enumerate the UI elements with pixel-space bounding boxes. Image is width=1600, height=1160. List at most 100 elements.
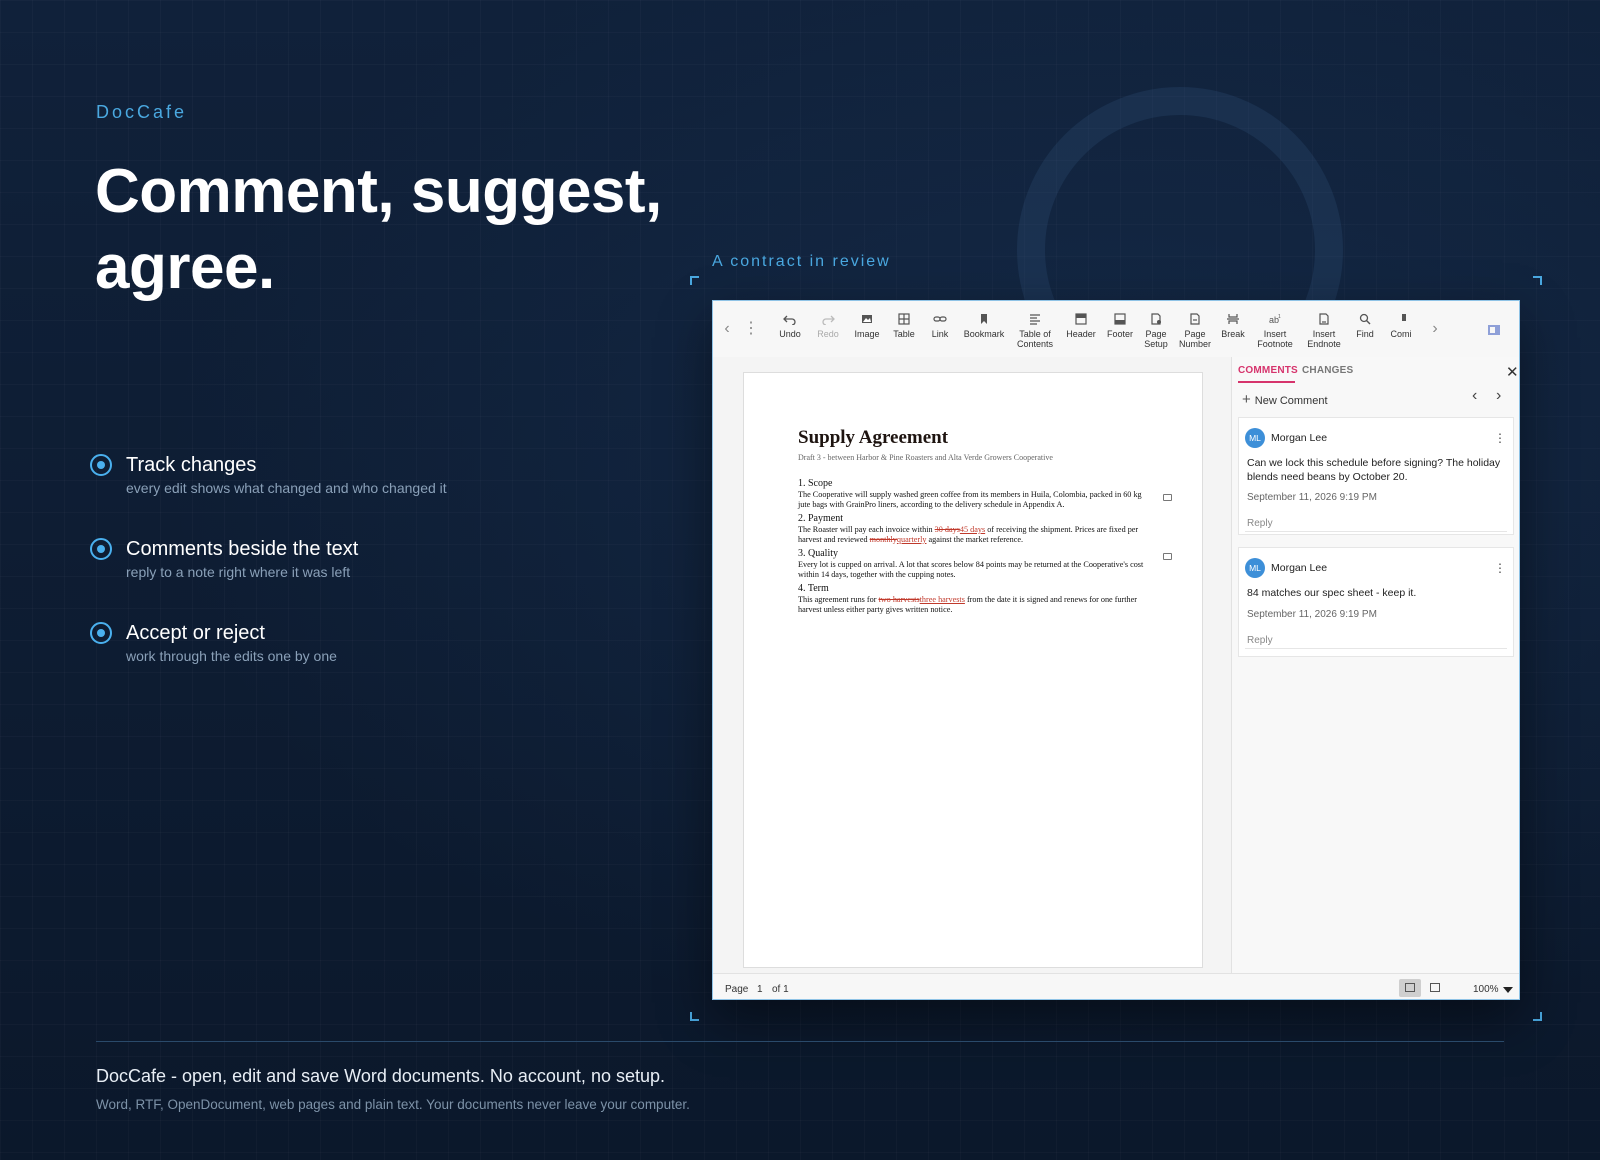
page-number-input[interactable]: 1 xyxy=(757,984,763,995)
comment-marker-icon[interactable] xyxy=(1163,553,1172,560)
comment-author: Morgan Lee xyxy=(1271,432,1328,444)
status-bar: Page 1 of 1 100% xyxy=(713,973,1519,999)
close-icon[interactable]: ✕ xyxy=(1506,363,1519,381)
new-comment-button[interactable]: + New Comment xyxy=(1242,391,1328,408)
footer-button[interactable]: Footer xyxy=(1105,313,1135,339)
button-label: Redo xyxy=(817,329,839,339)
document-canvas: Supply Agreement Draft 3 - between Harbo… xyxy=(713,357,1231,973)
avatar: ML xyxy=(1245,558,1265,578)
button-label: Header xyxy=(1066,329,1096,339)
tracked-deletion[interactable]: two harvests xyxy=(878,595,919,604)
frame-corner xyxy=(690,1012,699,1021)
section-text: The Cooperative will supply washed green… xyxy=(798,490,1142,509)
tab-comments[interactable]: COMMENTS xyxy=(1238,365,1298,376)
comment-card[interactable]: ML Morgan Lee ⋮ Can we lock this schedul… xyxy=(1238,417,1514,535)
page-setup-button[interactable]: Page Setup xyxy=(1141,313,1171,349)
brand-label: DocCafe xyxy=(96,102,188,122)
image-icon xyxy=(862,315,872,323)
document-body: 1. Scope The Cooperative will supply was… xyxy=(798,475,1154,615)
button-label: Footer xyxy=(1106,329,1133,339)
page-count: of 1 xyxy=(772,984,789,995)
document-subtitle: Draft 3 - between Harbor & Pine Roasters… xyxy=(798,453,1053,462)
text-run: This agreement runs for xyxy=(798,595,879,604)
button-label: Page Number xyxy=(1178,329,1211,349)
print-layout-button[interactable] xyxy=(1399,979,1421,997)
radio-bullet-icon xyxy=(90,454,112,476)
section-heading: 4. Term xyxy=(798,583,829,594)
previous-comment-icon[interactable]: ‹ xyxy=(1472,387,1477,405)
page-label: Page xyxy=(725,984,749,995)
toolbar: ‹ ⋮ Undo Redo Image Table Link Bookmark xyxy=(713,301,1519,357)
tab-changes[interactable]: CHANGES xyxy=(1302,365,1353,376)
web-layout-button[interactable] xyxy=(1424,979,1446,997)
feature-subtitle: every edit shows what changed and who ch… xyxy=(126,480,447,496)
break-icon xyxy=(1227,314,1239,324)
tracked-insertion[interactable]: 45 days xyxy=(960,525,985,534)
button-label: Insert Endnote xyxy=(1307,329,1341,349)
zoom-level[interactable]: 100% xyxy=(1473,984,1499,995)
document-page[interactable]: Supply Agreement Draft 3 - between Harbo… xyxy=(743,372,1203,968)
footnote-icon: ab1 xyxy=(1269,314,1281,325)
more-options-icon[interactable]: ⋮ xyxy=(743,319,759,339)
comment-menu-icon[interactable]: ⋮ xyxy=(1494,431,1506,445)
text-run: The Roaster will pay each invoice within xyxy=(798,525,935,534)
undo-button[interactable]: Undo xyxy=(775,313,805,339)
insert-footnote-button[interactable]: ab 1 Insert Footnote xyxy=(1253,313,1297,349)
feature-subtitle: work through the edits one by one xyxy=(126,648,337,664)
side-panel-toggle-icon[interactable] xyxy=(1488,325,1500,335)
comments-panel: COMMENTS CHANGES ✕ + New Comment ‹ › ML M… xyxy=(1231,357,1519,973)
button-label: Table xyxy=(893,329,915,339)
bookmark-button[interactable]: Bookmark xyxy=(963,313,1005,339)
bookmark-icon xyxy=(981,314,987,324)
tracked-insertion[interactable]: quarterly xyxy=(897,535,927,544)
footer-title: DocCafe - open, edit and save Word docum… xyxy=(96,1066,665,1086)
table-icon xyxy=(898,313,910,325)
table-of-contents-button[interactable]: Table of Contents xyxy=(1015,313,1055,349)
header-button[interactable]: Header xyxy=(1065,313,1097,339)
toolbar-scroll-right-icon[interactable]: › xyxy=(1427,319,1443,339)
feature-subtitle: reply to a note right where it was left xyxy=(126,564,351,580)
redo-button[interactable]: Redo xyxy=(813,313,843,339)
feature-item: Track changes every edit shows what chan… xyxy=(90,452,447,536)
break-button[interactable]: Break xyxy=(1219,313,1247,339)
section-heading: 2. Payment xyxy=(798,513,843,524)
insert-endnote-button[interactable]: Insert Endnote xyxy=(1305,313,1343,349)
button-label: Table of Contents xyxy=(1016,329,1054,349)
redo-icon xyxy=(822,315,835,325)
link-button[interactable]: Link xyxy=(927,313,953,339)
find-button[interactable]: Find xyxy=(1353,313,1377,339)
feature-item: Comments beside the text reply to a note… xyxy=(90,536,447,620)
comment-icon xyxy=(1402,314,1406,321)
chevron-down-icon[interactable] xyxy=(1503,987,1513,993)
comment-menu-icon[interactable]: ⋮ xyxy=(1494,561,1506,575)
comment-date: September 11, 2026 9:19 PM xyxy=(1247,609,1377,620)
next-comment-icon[interactable]: › xyxy=(1496,387,1501,405)
new-comment-label: New Comment xyxy=(1254,395,1328,407)
page-number-button[interactable]: Page Number xyxy=(1177,313,1213,349)
headline: Comment, suggest, agree. xyxy=(95,157,662,302)
button-label: Bookmark xyxy=(963,329,1005,339)
section-text: The Roaster will pay each invoice within… xyxy=(798,525,1154,545)
page-setup-icon xyxy=(1151,313,1161,325)
tracked-deletion[interactable]: monthly xyxy=(870,535,897,544)
tracked-deletion[interactable]: 30 days xyxy=(935,525,960,534)
reply-button[interactable]: Reply xyxy=(1247,635,1273,646)
comment-button[interactable]: Comi xyxy=(1387,313,1415,339)
reply-button[interactable]: Reply xyxy=(1247,518,1273,529)
table-button[interactable]: Table xyxy=(889,313,919,339)
tracked-insertion[interactable]: three harvests xyxy=(920,595,965,604)
comment-card[interactable]: ML Morgan Lee ⋮ 84 matches our spec shee… xyxy=(1238,547,1514,657)
toolbar-scroll-left-icon[interactable]: ‹ xyxy=(719,319,735,339)
link-icon xyxy=(933,316,947,322)
footer-divider xyxy=(96,1041,1504,1042)
feature-title: Track changes xyxy=(126,454,257,476)
feature-title: Accept or reject xyxy=(126,622,265,644)
document-title: Supply Agreement xyxy=(798,427,949,448)
image-button[interactable]: Image xyxy=(851,313,883,339)
editor-window: ‹ ⋮ Undo Redo Image Table Link Bookmark xyxy=(712,300,1520,1000)
radio-bullet-icon xyxy=(90,622,112,644)
avatar: ML xyxy=(1245,428,1265,448)
active-tab-indicator xyxy=(1238,381,1295,383)
comment-marker-icon[interactable] xyxy=(1163,494,1172,501)
search-icon xyxy=(1359,313,1371,325)
